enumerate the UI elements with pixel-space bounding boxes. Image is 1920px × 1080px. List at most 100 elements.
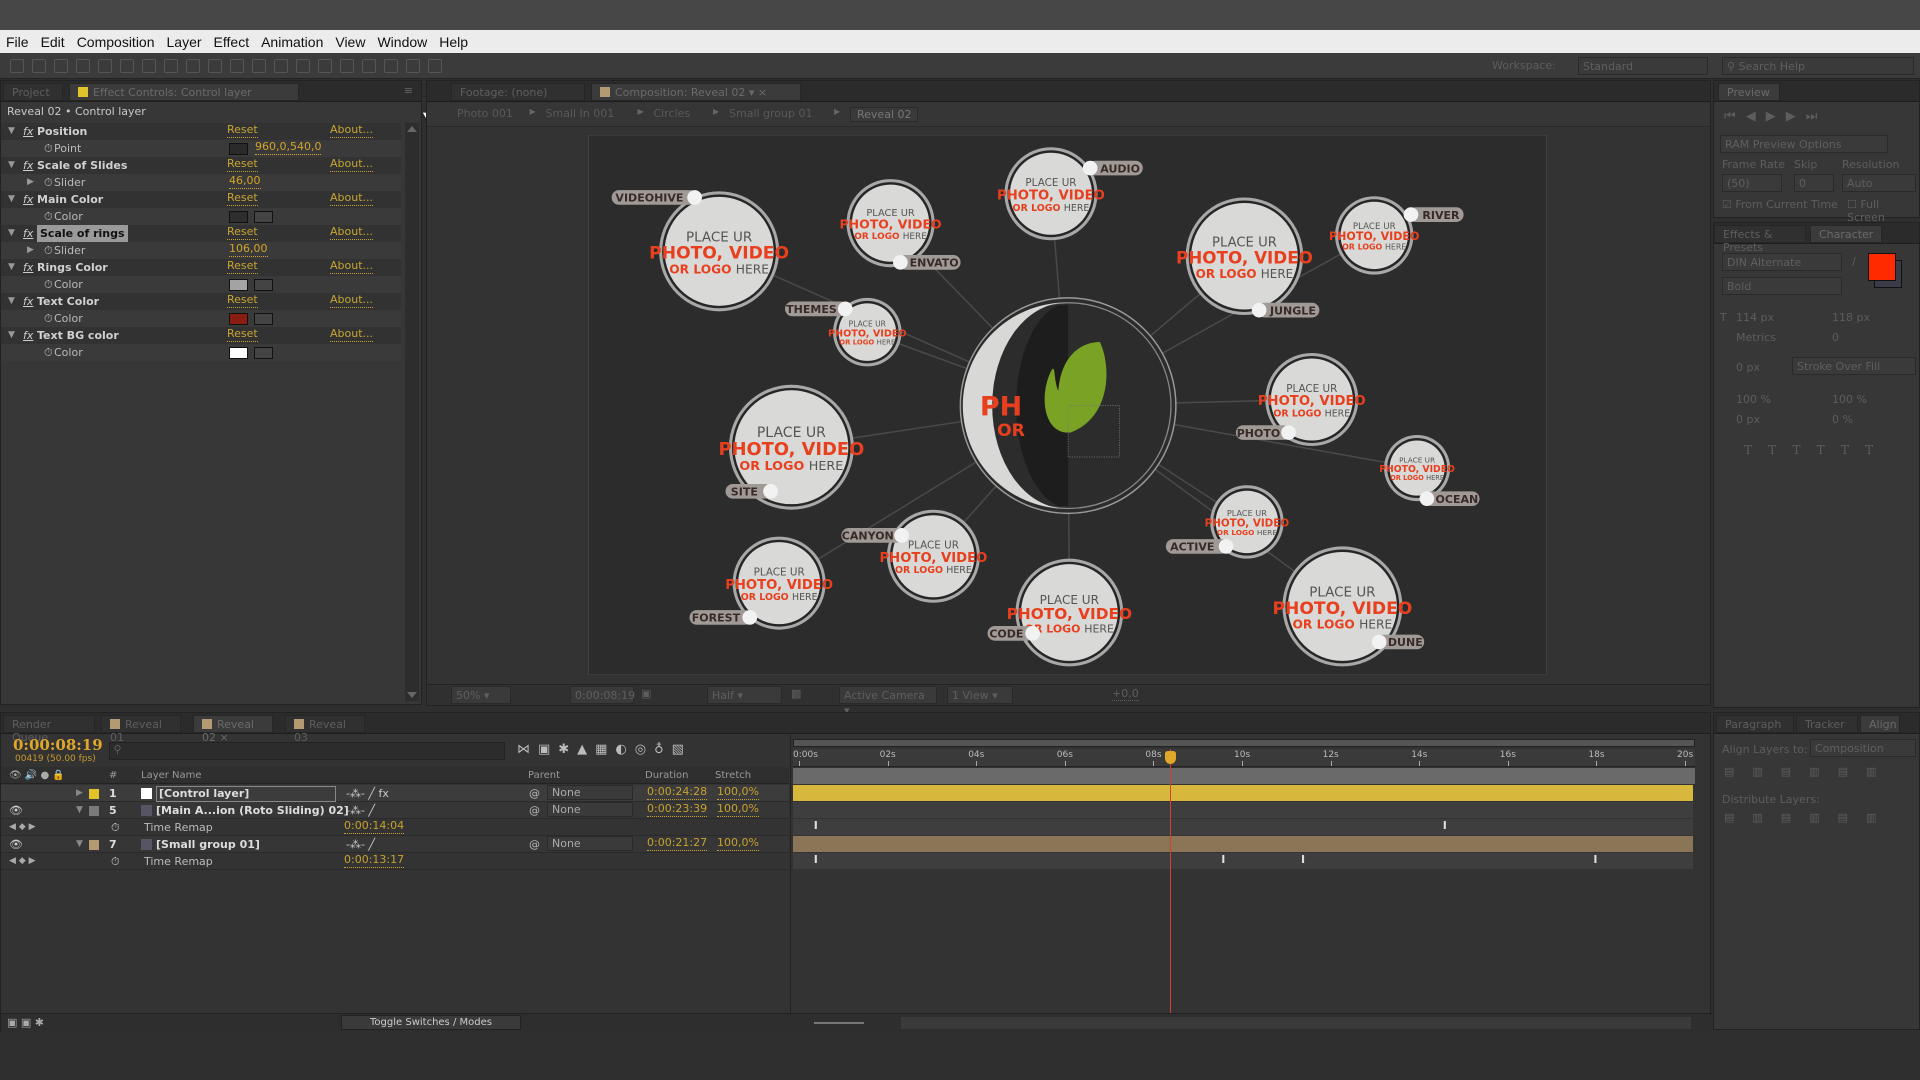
tool-button-icon[interactable] (340, 59, 354, 73)
from-current-time-checkbox[interactable]: ☑ From Current Time (1722, 198, 1838, 211)
tab-paragraph[interactable]: Paragraph (1716, 715, 1794, 733)
frame-rate-select[interactable]: (50) (1722, 174, 1782, 192)
reset-link[interactable]: Reset (227, 157, 258, 172)
keyframe-navigator[interactable]: ◀ ◆ ▶ (9, 819, 36, 836)
menu-animation[interactable]: Animation (261, 34, 323, 50)
reset-link[interactable]: Reset (227, 293, 258, 308)
reset-link[interactable]: Reset (227, 259, 258, 274)
tab-character[interactable]: Character (1810, 225, 1882, 243)
fx-toggle-icon[interactable]: fx (23, 293, 33, 310)
color-swatch[interactable] (229, 211, 248, 223)
menu-composition[interactable]: Composition (77, 34, 155, 50)
tsume-value[interactable]: 0 % (1832, 413, 1853, 426)
keyframe-icon[interactable]: I (1443, 819, 1447, 832)
scroll-up-icon[interactable] (407, 126, 417, 132)
toggle-switches-modes-button[interactable]: Toggle Switches / Modes (341, 1015, 521, 1030)
tool-button-icon[interactable] (164, 59, 178, 73)
tool-button-icon[interactable] (252, 59, 266, 73)
tab-render-queue[interactable]: Render Queue (3, 715, 95, 744)
col-layer-name[interactable]: Layer Name (141, 767, 202, 784)
fx-toggle-icon[interactable]: fx (23, 225, 33, 242)
collapse-triangle-icon[interactable]: ▼ (8, 157, 15, 174)
time-ruler[interactable]: 0:00s 02s 04s 06s 08s 10s 12s 14s 16s 18s 20s (793, 749, 1695, 767)
expand-triangle-icon[interactable]: ▶ (76, 785, 83, 802)
breadcrumb-item[interactable]: Circles (654, 107, 691, 120)
playhead[interactable] (1170, 749, 1172, 1013)
resolution-select[interactable]: Half ▾ (707, 686, 782, 704)
label-color-icon[interactable] (89, 840, 99, 850)
effect-group[interactable]: ▼ fx Rings Color Reset About... (1, 259, 401, 276)
about-link[interactable]: About... (330, 259, 374, 274)
footer-icons[interactable]: ▣ ▣ ✱ (7, 1016, 44, 1029)
tool-button-icon[interactable] (362, 59, 376, 73)
reset-link[interactable]: Reset (227, 123, 258, 138)
tab-project[interactable]: Project (3, 83, 63, 101)
tab-reveal-03[interactable]: Reveal 03 (285, 715, 365, 744)
expand-triangle-icon[interactable]: ▶ (27, 242, 34, 259)
timeline-switch-buttons[interactable]: ⋈▣✱▲▦◐◎♁▧ (517, 742, 692, 757)
tracking-value[interactable]: 0 (1832, 331, 1839, 344)
effect-group[interactable]: ▼ fx Scale of Slides Reset About... (1, 157, 401, 174)
camera-select[interactable]: Active Camera ▾ (839, 686, 937, 717)
font-family-select[interactable]: DIN Alternate (1722, 253, 1842, 271)
layer-search-input[interactable]: ⚲ (109, 742, 505, 760)
effect-controls-scrollbar[interactable] (405, 123, 419, 701)
tab-align[interactable]: Align (1860, 715, 1900, 733)
menu-file[interactable]: File (6, 34, 29, 50)
expand-triangle-icon[interactable]: ▶ (27, 174, 34, 191)
align-to-select[interactable]: Composition (1810, 739, 1916, 757)
layer-switches[interactable]: -⁂- ╱ fx (346, 785, 389, 802)
tab-effect-controls[interactable]: Effect Controls: Control layer (69, 83, 299, 101)
breadcrumb-item[interactable]: Reveal 02 (850, 107, 919, 122)
stopwatch-icon[interactable]: ⏱ (111, 819, 120, 836)
layer-name[interactable]: [Control layer] (156, 786, 336, 802)
tool-button-icon[interactable] (186, 59, 200, 73)
label-color-icon[interactable] (89, 789, 99, 799)
stopwatch-icon[interactable]: ⏱ (44, 344, 53, 361)
effect-group[interactable]: ▼ fx Position Reset About... (1, 123, 401, 140)
parent-select[interactable]: None (547, 836, 633, 851)
tool-button-icon[interactable] (120, 59, 134, 73)
fx-toggle-icon[interactable]: fx (23, 157, 33, 174)
kerning-value[interactable]: Metrics (1736, 331, 1776, 344)
about-link[interactable]: About... (330, 123, 374, 138)
workspace-select[interactable]: Standard (1578, 57, 1708, 75)
keyframe-navigator[interactable]: ◀ ◆ ▶ (9, 853, 36, 870)
effect-name[interactable]: Rings Color (37, 259, 108, 276)
breadcrumb-item[interactable]: Small In 001 (546, 107, 615, 120)
zoom-slider[interactable] (814, 1022, 864, 1024)
collapse-triangle-icon[interactable]: ▼ (8, 293, 15, 310)
scroll-down-icon[interactable] (407, 692, 417, 698)
parent-pickwhip-icon[interactable]: @ (529, 836, 540, 853)
layer-duration[interactable]: 0:00:24:28 (647, 785, 708, 800)
collapse-triangle-icon[interactable]: ▼ (8, 191, 15, 208)
work-area-bar[interactable] (793, 739, 1695, 747)
stopwatch-icon[interactable]: ⏱ (44, 310, 53, 327)
tab-reveal-01[interactable]: Reveal 01 (101, 715, 181, 744)
about-link[interactable]: About... (330, 157, 374, 172)
layer-duration-bar[interactable] (793, 785, 1693, 801)
color-swatch[interactable] (229, 313, 248, 325)
color-swatch[interactable] (229, 347, 248, 359)
tab-reveal-02[interactable]: Reveal 02 × (193, 715, 273, 744)
collapse-triangle-icon[interactable]: ▼ (8, 327, 15, 344)
color-swatch[interactable] (229, 279, 248, 291)
playback-controls[interactable]: ⏮◀▶▶⏭ (1724, 109, 1827, 124)
text-style-buttons[interactable]: TTTTTT (1744, 443, 1889, 457)
font-style-select[interactable]: Bold (1722, 277, 1842, 295)
effect-group[interactable]: ▼ fx Main Color Reset About... (1, 191, 401, 208)
fill-color-swatch[interactable] (1868, 253, 1896, 281)
keyframe-icon[interactable]: I (814, 819, 818, 832)
effect-group[interactable]: ▼ fx Text Color Reset About... (1, 293, 401, 310)
stopwatch-icon[interactable]: ⏱ (44, 140, 53, 157)
tab-composition[interactable]: Composition: Reveal 02 ▾ × (591, 83, 801, 101)
font-size-value[interactable]: 114 px (1736, 311, 1774, 324)
current-time-field[interactable]: 0:00:08:19 (570, 686, 635, 704)
parent-pickwhip-icon[interactable]: @ (529, 802, 540, 819)
leading-value[interactable]: 118 px (1832, 311, 1870, 324)
layer-duration[interactable]: 0:00:21:27 (647, 836, 708, 851)
collapse-triangle-icon[interactable]: ▼ (8, 259, 15, 276)
magnification-select[interactable]: 50% ▾ (451, 686, 511, 704)
layer-switches[interactable]: -⁂- ╱ (346, 836, 375, 853)
stroke-mode-select[interactable]: Stroke Over Fill (1792, 357, 1916, 375)
